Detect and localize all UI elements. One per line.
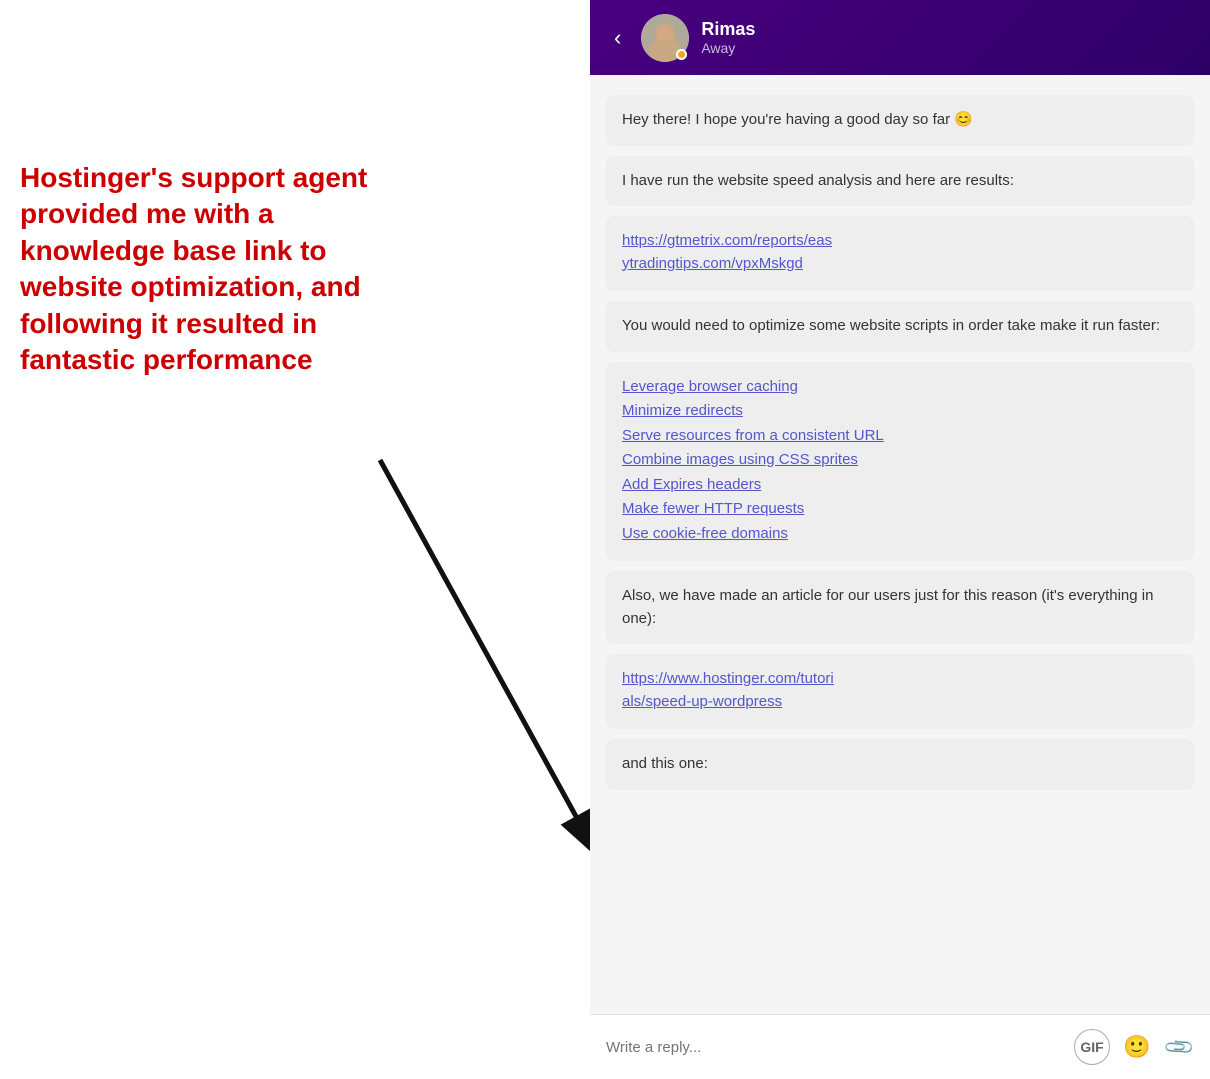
agent-name: Rimas	[701, 19, 1194, 40]
gif-label: GIF	[1080, 1039, 1103, 1055]
message-text: Hey there! I hope you're having a good d…	[622, 111, 973, 128]
tip-link-4[interactable]: Combine images using CSS sprites	[622, 449, 1178, 472]
message-speed-analysis: I have run the website speed analysis an…	[606, 156, 1194, 207]
reply-input[interactable]	[606, 1039, 1062, 1056]
gtmetrix-link[interactable]: https://gtmetrix.com/reports/easytrading…	[622, 230, 1178, 275]
message-text: Also, we have made an article for our us…	[622, 587, 1153, 627]
message-text: I have run the website speed analysis an…	[622, 172, 1014, 189]
status-dot	[676, 49, 687, 60]
chat-messages[interactable]: Hey there! I hope you're having a good d…	[590, 75, 1210, 1014]
message-and-this-one: and this one:	[606, 739, 1194, 790]
annotation-text: Hostinger's support agent provided me wi…	[20, 160, 390, 378]
hostinger-link[interactable]: https://www.hostinger.com/tutorials/spee…	[622, 668, 1178, 713]
message-gtmetrix-link: https://gtmetrix.com/reports/easytrading…	[606, 216, 1194, 291]
emoji-icon: 🙂	[1123, 1034, 1150, 1060]
annotation-section: Hostinger's support agent provided me wi…	[20, 160, 390, 378]
message-text: and this one:	[622, 755, 708, 772]
tip-link-2[interactable]: Minimize redirects	[622, 400, 1178, 423]
attachment-button[interactable]: 📎	[1164, 1032, 1194, 1062]
paperclip-icon: 📎	[1161, 1029, 1196, 1064]
message-tips-list: Leverage browser caching Minimize redire…	[606, 362, 1194, 562]
agent-info: Rimas Away	[701, 19, 1194, 56]
message-text: You would need to optimize some website …	[622, 317, 1160, 334]
back-button[interactable]: ‹	[606, 21, 629, 55]
chat-input-area: GIF 🙂 📎	[590, 1014, 1210, 1079]
tip-link-6[interactable]: Make fewer HTTP requests	[622, 498, 1178, 521]
message-greeting: Hey there! I hope you're having a good d…	[606, 95, 1194, 146]
message-article-intro: Also, we have made an article for our us…	[606, 571, 1194, 644]
agent-status: Away	[701, 40, 1194, 56]
tip-link-5[interactable]: Add Expires headers	[622, 474, 1178, 497]
chat-header: ‹ Rimas Away	[590, 0, 1210, 75]
gif-button[interactable]: GIF	[1074, 1029, 1110, 1065]
chat-panel: ‹ Rimas Away Hey there! I hope you're ha…	[590, 0, 1210, 1079]
emoji-button[interactable]: 🙂	[1122, 1032, 1152, 1062]
message-optimize-intro: You would need to optimize some website …	[606, 301, 1194, 352]
avatar-container	[641, 14, 689, 62]
tip-link-3[interactable]: Serve resources from a consistent URL	[622, 425, 1178, 448]
message-hostinger-link: https://www.hostinger.com/tutorials/spee…	[606, 654, 1194, 729]
tip-link-7[interactable]: Use cookie-free domains	[622, 523, 1178, 546]
tip-link-1[interactable]: Leverage browser caching	[622, 376, 1178, 399]
